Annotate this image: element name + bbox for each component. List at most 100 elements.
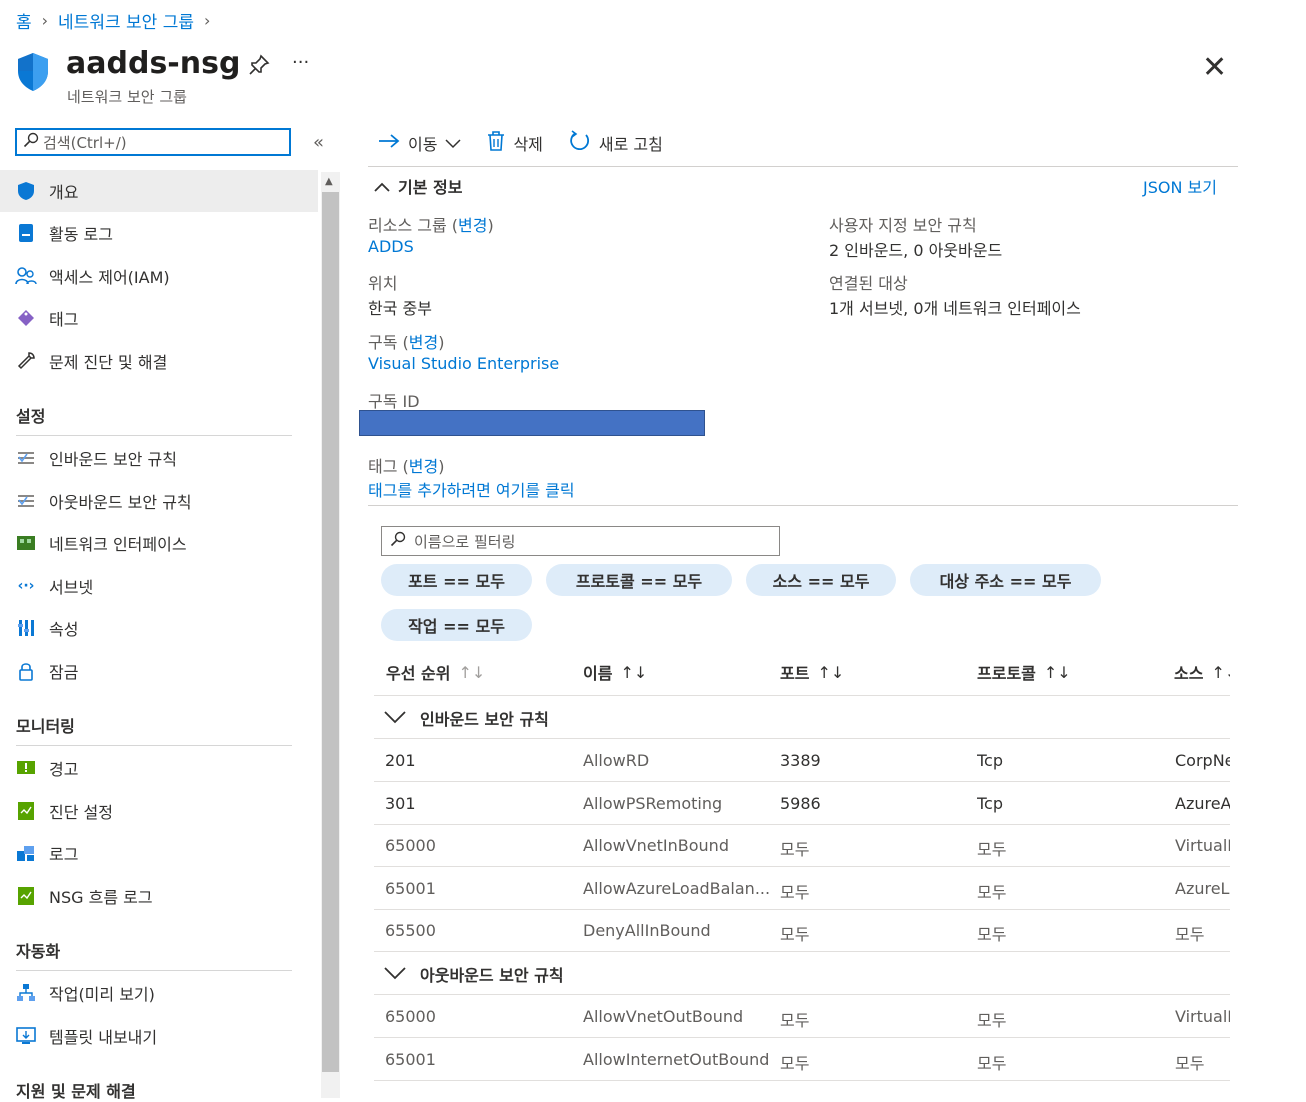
sort-icon: ↑↓	[458, 662, 486, 682]
cell-port: 3389	[780, 751, 821, 770]
column-header-priority[interactable]: 우선 순위 ↑↓	[386, 660, 485, 684]
cell-port: 5986	[780, 793, 821, 813]
cell-name[interactable]: AllowRD	[583, 751, 773, 770]
breadcrumb-parent[interactable]: 네트워크 보안 그룹	[58, 8, 194, 33]
sidebar-item-iam[interactable]: 액세스 제어(IAM)	[0, 255, 318, 297]
cell-priority: 65001	[385, 878, 436, 898]
cell-source: 모두	[1175, 1053, 1205, 1073]
add-tags-link[interactable]: 태그를 추가하려면 여기를 클릭	[368, 477, 575, 501]
outbound-rules-icon	[15, 492, 37, 510]
sidebar-item-locks[interactable]: 잠금	[0, 650, 318, 692]
sort-icon: ↑↓	[817, 662, 845, 682]
move-button[interactable]: 이동	[378, 131, 461, 155]
subscription-link[interactable]: Visual Studio Enterprise	[368, 354, 559, 373]
subnet-icon: ‹·›	[17, 578, 35, 594]
delete-button[interactable]: 삭제	[487, 131, 543, 155]
sidebar-item-label: 아웃바운드 보안 규칙	[49, 493, 192, 512]
divider	[374, 781, 1230, 782]
scroll-up-icon[interactable]: ▲	[325, 176, 333, 187]
column-header-protocol[interactable]: 프로토콜 ↑↓	[977, 660, 1071, 684]
sidebar-item-activity-log[interactable]: 활동 로그	[0, 212, 318, 254]
cell-priority: 65000	[385, 836, 436, 855]
refresh-button-label: 새로 고침	[598, 135, 663, 154]
cell-protocol: Tcp	[977, 751, 1004, 770]
filter-pill-protocol[interactable]: 프로토콜 == 모두	[546, 564, 732, 596]
cell-protocol: 모두	[977, 1011, 1007, 1030]
sidebar-item-network-interfaces[interactable]: 네트워크 인터페이스	[0, 522, 318, 564]
close-icon[interactable]: ✕	[1202, 50, 1227, 85]
alert-icon	[15, 759, 37, 777]
sort-icon: ↑↓	[620, 662, 648, 682]
filter-pill-destination[interactable]: 대상 주소 == 모두	[910, 564, 1101, 596]
chevron-down-icon	[445, 134, 461, 153]
monitoring-section-header: 모니터링	[16, 717, 75, 736]
sidebar-item-overview[interactable]: 개요	[0, 170, 318, 212]
settings-section-header: 설정	[16, 407, 46, 426]
filter-by-name-input[interactable]: 이름으로 필터링	[381, 526, 780, 556]
sidebar-item-diagnose[interactable]: 문제 진단 및 해결	[0, 340, 318, 382]
sidebar-item-tags[interactable]: 태그	[0, 297, 318, 339]
sidebar-item-export-template[interactable]: 템플릿 내보내기	[0, 1015, 318, 1057]
resource-group-label: 리소스 그룹 (변경)	[368, 216, 494, 235]
sidebar-item-label: 로그	[49, 845, 79, 864]
page-subtitle: 네트워크 보안 그룹	[67, 88, 187, 106]
change-subscription-link[interactable]: 변경	[409, 333, 438, 352]
sidebar-item-subnets[interactable]: ‹·› 서브넷	[0, 565, 318, 607]
more-options-icon[interactable]: ···	[292, 52, 309, 73]
flow-log-icon	[15, 886, 37, 906]
move-button-label: 이동	[408, 135, 438, 154]
chevron-right-icon: ›	[203, 11, 211, 30]
sidebar-scrollbar-thumb[interactable]	[322, 192, 339, 1072]
filter-pill-source[interactable]: 소스 == 모두	[746, 564, 896, 596]
sidebar-item-inbound-rules[interactable]: 인바운드 보안 규칙	[0, 437, 318, 479]
sidebar-item-label: 네트워크 인터페이스	[49, 535, 187, 554]
collapse-sidebar-icon[interactable]: «	[313, 132, 324, 153]
change-tags-link[interactable]: 변경	[409, 457, 438, 476]
refresh-button[interactable]: 새로 고침	[569, 130, 663, 156]
outbound-group-toggle[interactable]: 아웃바운드 보안 규칙	[384, 962, 564, 986]
sidebar-item-logs[interactable]: 로그	[0, 832, 318, 874]
column-header-label: 이름	[583, 664, 613, 683]
nsg-shield-icon	[16, 52, 50, 96]
divider	[374, 1037, 1230, 1038]
column-header-source[interactable]: 소스 ↑↓	[1174, 660, 1230, 684]
column-header-label: 포트	[780, 664, 810, 683]
column-header-name[interactable]: 이름 ↑↓	[583, 660, 647, 684]
divider	[16, 745, 292, 746]
filter-pill-port[interactable]: 포트 == 모두	[381, 564, 532, 596]
cell-protocol: 모두	[977, 925, 1007, 944]
sidebar-item-tasks[interactable]: 작업(미리 보기)	[0, 972, 318, 1014]
outbound-group-label: 아웃바운드 보안 규칙	[420, 966, 564, 985]
sidebar-item-outbound-rules[interactable]: 아웃바운드 보안 규칙	[0, 480, 318, 522]
tags-label: 태그 (변경)	[368, 457, 445, 476]
sidebar-item-alerts[interactable]: 경고	[0, 747, 318, 789]
filter-pill-action[interactable]: 작업 == 모두	[381, 609, 532, 641]
sidebar-item-label: 작업(미리 보기)	[49, 985, 155, 1004]
sort-icon: ↑↓	[1211, 662, 1230, 682]
essentials-toggle[interactable]: 기본 정보	[374, 174, 462, 198]
filter-placeholder: 이름으로 필터링	[414, 532, 516, 551]
column-header-port[interactable]: 포트 ↑↓	[780, 660, 844, 684]
cell-name[interactable]: AllowPSRemoting	[583, 794, 773, 813]
sidebar-item-label: NSG 흐름 로그	[49, 888, 153, 907]
tag-icon	[15, 309, 37, 327]
cell-port: 모두	[780, 925, 810, 944]
wrench-icon	[15, 351, 37, 371]
search-icon	[390, 531, 406, 551]
sidebar-item-label: 경고	[49, 760, 79, 779]
sidebar-item-diagnostic-settings[interactable]: 진단 설정	[0, 790, 318, 832]
change-resource-group-link[interactable]: 변경	[458, 216, 487, 235]
json-view-link[interactable]: JSON 보기	[1143, 174, 1217, 198]
activity-log-icon	[15, 223, 37, 243]
divider	[374, 866, 1230, 867]
pin-icon[interactable]	[248, 54, 270, 80]
sidebar-search-input[interactable]: 검색(Ctrl+/)	[15, 128, 291, 156]
custom-rules-value: 2 인바운드, 0 아웃바운드	[829, 241, 1003, 260]
breadcrumb-home[interactable]: 홈	[16, 8, 32, 33]
sidebar-item-properties[interactable]: 속성	[0, 607, 318, 649]
inbound-group-toggle[interactable]: 인바운드 보안 규칙	[384, 706, 549, 730]
command-bar: 이동 삭제 새로 고침	[378, 130, 683, 156]
resource-group-link[interactable]: ADDS	[368, 237, 414, 256]
sidebar-item-nsg-flow-logs[interactable]: NSG 흐름 로그	[0, 875, 318, 917]
properties-icon	[15, 618, 37, 638]
